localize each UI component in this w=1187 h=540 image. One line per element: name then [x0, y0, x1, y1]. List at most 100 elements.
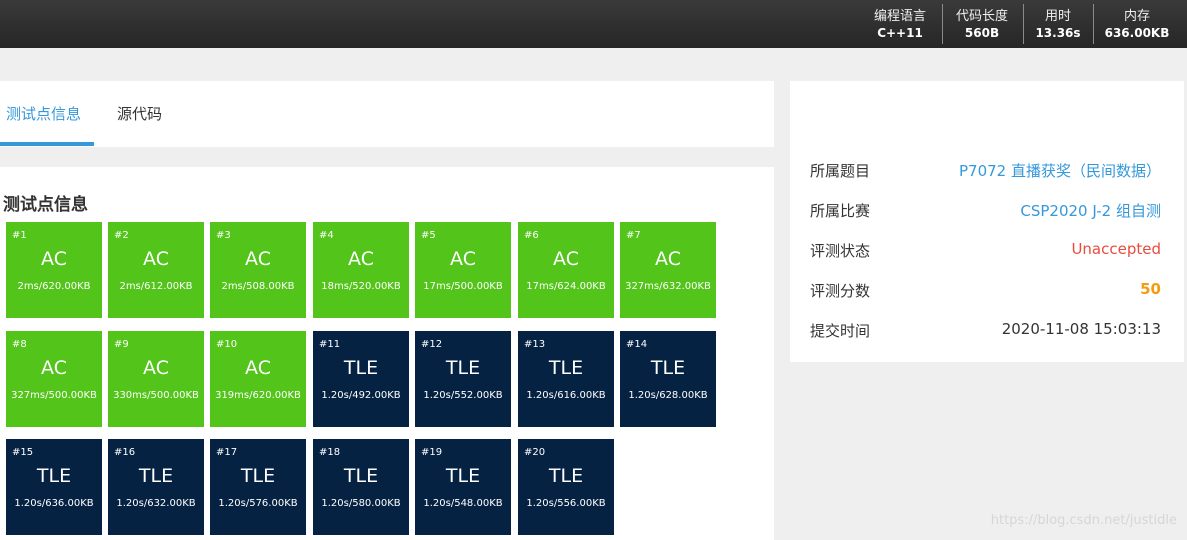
testcase-14[interactable]: #14 TLE 1.20s/628.00KB [620, 331, 716, 427]
testcase-result: TLE [650, 357, 686, 379]
testcase-number: #17 [216, 447, 238, 458]
testcase-12[interactable]: #12 TLE 1.20s/552.00KB [415, 331, 511, 427]
testcase-13[interactable]: #13 TLE 1.20s/616.00KB [518, 331, 614, 427]
testcase-9[interactable]: #9 AC 330ms/500.00KB [108, 331, 204, 427]
testcase-number: #10 [216, 339, 238, 350]
stat-code-length: 代码长度 560B [946, 0, 1018, 48]
testcase-10[interactable]: #10 AC 319ms/620.00KB [210, 331, 306, 427]
testcase-detail: 2ms/620.00KB [17, 281, 91, 292]
testcase-number: #11 [319, 339, 341, 350]
testcase-detail: 1.20s/552.00KB [423, 390, 503, 401]
testcase-number: #13 [524, 339, 546, 350]
problem-link[interactable]: P7072 直播获奖（民间数据） [959, 160, 1161, 181]
testcase-number: #6 [524, 230, 539, 241]
testcase-detail: 1.20s/548.00KB [423, 498, 503, 509]
testcase-detail: 330ms/500.00KB [113, 390, 199, 401]
testcase-1[interactable]: #1 AC 2ms/620.00KB [6, 222, 102, 318]
testcase-result: TLE [548, 465, 584, 487]
testcase-result: TLE [343, 357, 379, 379]
testcase-result: TLE [240, 465, 276, 487]
testcase-result: AC [143, 357, 169, 379]
testcase-15[interactable]: #15 TLE 1.20s/636.00KB [6, 439, 102, 535]
testcase-detail: 17ms/500.00KB [423, 281, 503, 292]
testcase-detail: 2ms/612.00KB [119, 281, 193, 292]
testcase-result: AC [41, 357, 67, 379]
testcase-detail: 1.20s/580.00KB [321, 498, 401, 509]
testcase-number: #7 [626, 230, 641, 241]
testcase-detail: 1.20s/632.00KB [116, 498, 196, 509]
testcase-number: #3 [216, 230, 231, 241]
stat-divider [942, 4, 943, 44]
score-label: 评测分数 [810, 282, 871, 300]
testcase-number: #9 [114, 339, 129, 350]
testcase-number: #1 [12, 230, 27, 241]
tabs-card: 测试点信息 源代码 [0, 81, 774, 147]
stat-divider [1093, 4, 1094, 44]
testcase-result: TLE [343, 465, 379, 487]
testcase-number: #16 [114, 447, 136, 458]
testcase-11[interactable]: #11 TLE 1.20s/492.00KB [313, 331, 409, 427]
stat-time-label: 用时 [1044, 9, 1071, 24]
testcase-result: TLE [548, 357, 584, 379]
testcase-result: AC [553, 248, 579, 270]
testcase-number: #12 [421, 339, 443, 350]
testcase-result: AC [143, 248, 169, 270]
stat-code-length-label: 代码长度 [955, 9, 1008, 24]
testcase-detail: 327ms/632.00KB [625, 281, 711, 292]
testcase-result: AC [41, 248, 67, 270]
testcase-number: #5 [421, 230, 436, 241]
testcase-5[interactable]: #5 AC 17ms/500.00KB [415, 222, 511, 318]
top-stats-bar: 编程语言 C++11 代码长度 560B 用时 13.36s 内存 636.00… [0, 0, 1187, 48]
testcase-18[interactable]: #18 TLE 1.20s/580.00KB [313, 439, 409, 535]
testcase-result: AC [245, 357, 271, 379]
testcase-number: #20 [524, 447, 546, 458]
contest-label: 所属比赛 [810, 202, 871, 220]
testcase-number: #14 [626, 339, 648, 350]
testcase-detail: 1.20s/628.00KB [628, 390, 708, 401]
testcase-result: AC [655, 248, 681, 270]
section-title: 测试点信息 [3, 195, 88, 215]
testcase-number: #8 [12, 339, 27, 350]
testcase-result: AC [450, 248, 476, 270]
testcase-result: TLE [445, 357, 481, 379]
testcase-detail: 319ms/620.00KB [215, 390, 301, 401]
testcase-8[interactable]: #8 AC 327ms/500.00KB [6, 331, 102, 427]
stat-time-value: 13.36s [1035, 26, 1081, 40]
stat-memory-label: 内存 [1123, 9, 1150, 24]
testcase-detail: 1.20s/556.00KB [526, 498, 606, 509]
testcase-number: #18 [319, 447, 341, 458]
testcase-19[interactable]: #19 TLE 1.20s/548.00KB [415, 439, 511, 535]
testcase-number: #4 [319, 230, 334, 241]
status-value: Unaccepted [1071, 240, 1161, 258]
problem-label: 所属题目 [810, 162, 871, 180]
testcase-detail: 1.20s/616.00KB [526, 390, 606, 401]
testcase-detail: 327ms/500.00KB [11, 390, 97, 401]
active-tab-indicator [0, 142, 94, 146]
testcase-result: AC [348, 248, 374, 270]
testcase-17[interactable]: #17 TLE 1.20s/576.00KB [210, 439, 306, 535]
submit-time-label: 提交时间 [810, 322, 871, 340]
testcase-4[interactable]: #4 AC 18ms/520.00KB [313, 222, 409, 318]
testcase-7[interactable]: #7 AC 327ms/632.00KB [620, 222, 716, 318]
testcase-detail: 1.20s/576.00KB [218, 498, 298, 509]
tab-testcase-info[interactable]: 测试点信息 [6, 81, 81, 147]
watermark: https://blog.csdn.net/justidle [990, 513, 1177, 528]
testcase-20[interactable]: #20 TLE 1.20s/556.00KB [518, 439, 614, 535]
testcase-2[interactable]: #2 AC 2ms/612.00KB [108, 222, 204, 318]
testcase-number: #2 [114, 230, 129, 241]
contest-link[interactable]: CSP2020 J-2 组自测 [1020, 200, 1161, 221]
testcase-6[interactable]: #6 AC 17ms/624.00KB [518, 222, 614, 318]
testcase-detail: 2ms/508.00KB [221, 281, 295, 292]
stat-code-length-value: 560B [964, 26, 1000, 40]
stat-memory: 内存 636.00KB [1097, 0, 1177, 48]
testcase-16[interactable]: #16 TLE 1.20s/632.00KB [108, 439, 204, 535]
testcase-result: TLE [36, 465, 72, 487]
stat-language-label: 编程语言 [873, 9, 926, 24]
testcase-3[interactable]: #3 AC 2ms/508.00KB [210, 222, 306, 318]
testcase-result: TLE [445, 465, 481, 487]
testcase-detail: 1.20s/636.00KB [14, 498, 94, 509]
status-label: 评测状态 [810, 242, 871, 260]
score-value: 50 [1140, 280, 1161, 298]
tab-source-code[interactable]: 源代码 [117, 81, 162, 147]
testcase-result: TLE [138, 465, 174, 487]
